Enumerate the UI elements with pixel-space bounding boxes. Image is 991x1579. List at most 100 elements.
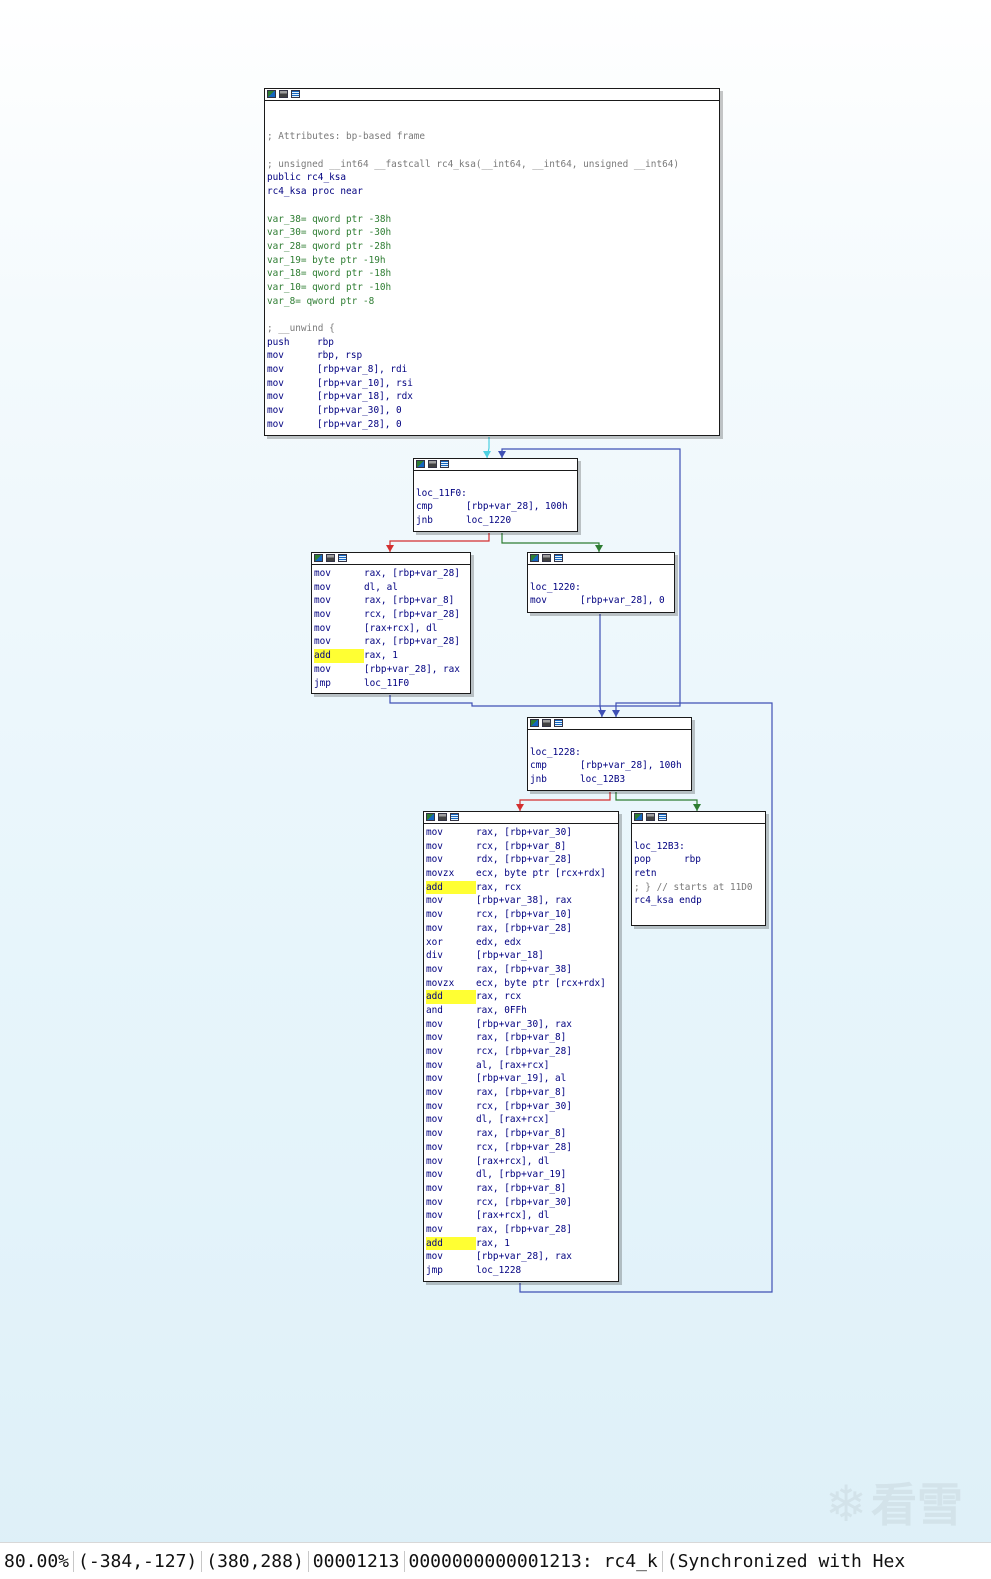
operands[interactable]: loc_1228: [476, 1264, 521, 1278]
operands[interactable]: rcx, [rbp+var_28]: [476, 1045, 572, 1059]
label-line[interactable]: rc4_ksa endp: [634, 894, 702, 908]
node-graph-icon[interactable]: [542, 554, 551, 562]
mnemonic[interactable]: mov: [267, 404, 317, 418]
label-line[interactable]: public rc4_ksa: [267, 171, 346, 185]
node-text-view-icon[interactable]: [291, 90, 300, 98]
operands[interactable]: [rbp+var_28], 0: [580, 594, 665, 608]
mnemonic[interactable]: mov: [426, 1155, 476, 1169]
mnemonic[interactable]: mov: [267, 363, 317, 377]
mnemonic[interactable]: movzx: [426, 867, 476, 881]
operands[interactable]: [rbp+var_28], rax: [476, 1250, 572, 1264]
mnemonic[interactable]: mov: [267, 390, 317, 404]
mnemonic[interactable]: mov: [314, 608, 364, 622]
mnemonic[interactable]: mov: [426, 826, 476, 840]
operands[interactable]: al, [rax+rcx]: [476, 1059, 549, 1073]
mnemonic[interactable]: mov: [426, 908, 476, 922]
mnemonic[interactable]: mov: [426, 894, 476, 908]
mnemonic[interactable]: mov: [267, 418, 317, 432]
mnemonic[interactable]: mov: [314, 622, 364, 636]
node-color-icon[interactable]: [530, 554, 539, 562]
operands[interactable]: rcx, [rbp+var_28]: [476, 1141, 572, 1155]
mnemonic[interactable]: mov: [426, 1250, 476, 1264]
graph-node-swap-loop[interactable]: mov rax, [rbp+var_30] mov rcx, [rbp+var_8] m…: [423, 811, 619, 1282]
mnemonic[interactable]: mov: [426, 1168, 476, 1182]
mnemonic[interactable]: cmp: [416, 500, 466, 514]
mnemonic[interactable]: push: [267, 336, 317, 350]
operands[interactable]: rax, [rbp+var_28]: [476, 922, 572, 936]
operands[interactable]: rax, [rbp+var_30]: [476, 826, 572, 840]
node-graph-icon[interactable]: [279, 90, 288, 98]
node-graph-icon[interactable]: [428, 460, 437, 468]
mnemonic[interactable]: mov: [314, 594, 364, 608]
mnemonic[interactable]: mov: [426, 1031, 476, 1045]
operands[interactable]: rax, rcx: [476, 990, 521, 1004]
operands[interactable]: rax, [rbp+var_8]: [476, 1031, 566, 1045]
operands[interactable]: loc_11F0: [364, 677, 409, 691]
node-text-view-icon[interactable]: [658, 813, 667, 821]
operands[interactable]: rax, rcx: [476, 881, 521, 895]
stack-var-decl[interactable]: var_8= qword ptr -8: [267, 295, 374, 309]
stack-var-decl[interactable]: var_19= byte ptr -19h: [267, 254, 386, 268]
mnemonic[interactable]: mov: [314, 663, 364, 677]
mnemonic[interactable]: mov: [426, 1059, 476, 1073]
mnemonic[interactable]: add: [426, 1236, 476, 1251]
operands[interactable]: dl, [rax+rcx]: [476, 1113, 549, 1127]
operands[interactable]: rcx, [rbp+var_10]: [476, 908, 572, 922]
mnemonic[interactable]: pop: [634, 853, 684, 867]
mnemonic[interactable]: jmp: [426, 1264, 476, 1278]
operands[interactable]: [rbp+var_8], rdi: [317, 363, 407, 377]
operands[interactable]: [rbp+var_38], rax: [476, 894, 572, 908]
mnemonic[interactable]: and: [426, 1004, 476, 1018]
operands[interactable]: rcx, [rbp+var_8]: [476, 840, 566, 854]
node-graph-icon[interactable]: [438, 813, 447, 821]
mnemonic[interactable]: mov: [426, 1086, 476, 1100]
mnemonic[interactable]: add: [314, 649, 364, 663]
node-graph-icon[interactable]: [326, 554, 335, 562]
operands[interactable]: rax, 0FFh: [476, 1004, 527, 1018]
operands[interactable]: [rbp+var_28], 0: [317, 418, 402, 432]
operands[interactable]: [rax+rcx], dl: [476, 1155, 549, 1169]
mnemonic[interactable]: mov: [314, 567, 364, 581]
mnemonic[interactable]: mov: [426, 1141, 476, 1155]
label-line[interactable]: rc4_ksa proc near: [267, 185, 363, 199]
graph-node-loc-11f0[interactable]: loc_11F0: cmp [rbp+var_28], 100h jnb loc_122…: [413, 458, 578, 532]
operands[interactable]: ecx, byte ptr [rcx+rdx]: [476, 867, 606, 881]
node-text-view-icon[interactable]: [554, 554, 563, 562]
node-color-icon[interactable]: [634, 813, 643, 821]
operands[interactable]: [rbp+var_28], 100h: [466, 500, 568, 514]
mnemonic[interactable]: mov: [426, 1196, 476, 1210]
node-text-view-icon[interactable]: [554, 719, 563, 727]
operands[interactable]: rax, [rbp+var_8]: [476, 1182, 566, 1196]
mnemonic[interactable]: mov: [314, 635, 364, 649]
graph-view[interactable]: ; Attributes: bp-based frame ; unsigned _…: [0, 0, 991, 1540]
operands[interactable]: rax, [rbp+var_28]: [476, 1223, 572, 1237]
mnemonic[interactable]: div: [426, 949, 476, 963]
node-text-view-icon[interactable]: [440, 460, 449, 468]
operands[interactable]: rax, [rbp+var_8]: [364, 594, 454, 608]
node-graph-icon[interactable]: [646, 813, 655, 821]
node-color-icon[interactable]: [530, 719, 539, 727]
node-color-icon[interactable]: [426, 813, 435, 821]
mnemonic[interactable]: mov: [530, 594, 580, 608]
mnemonic[interactable]: mov: [426, 1018, 476, 1032]
mnemonic[interactable]: movzx: [426, 977, 476, 991]
mnemonic[interactable]: mov: [426, 1223, 476, 1237]
node-color-icon[interactable]: [314, 554, 323, 562]
operands[interactable]: dl, al: [364, 581, 398, 595]
mnemonic[interactable]: retn: [634, 867, 684, 881]
stack-var-decl[interactable]: var_18= qword ptr -18h: [267, 267, 391, 281]
mnemonic[interactable]: mov: [426, 1072, 476, 1086]
operands[interactable]: [rbp+var_10], rsi: [317, 377, 413, 391]
operands[interactable]: rax, [rbp+var_38]: [476, 963, 572, 977]
stack-var-decl[interactable]: var_38= qword ptr -38h: [267, 213, 391, 227]
stack-var-decl[interactable]: var_28= qword ptr -28h: [267, 240, 391, 254]
mnemonic[interactable]: mov: [426, 1045, 476, 1059]
mnemonic[interactable]: xor: [426, 936, 476, 950]
operands[interactable]: rax, 1: [364, 649, 398, 663]
operands[interactable]: rax, 1: [476, 1237, 510, 1251]
operands[interactable]: rax, [rbp+var_28]: [364, 635, 460, 649]
mnemonic[interactable]: add: [426, 880, 476, 895]
operands[interactable]: rax, [rbp+var_28]: [364, 567, 460, 581]
operands[interactable]: dl, [rbp+var_19]: [476, 1168, 566, 1182]
node-text-view-icon[interactable]: [338, 554, 347, 562]
